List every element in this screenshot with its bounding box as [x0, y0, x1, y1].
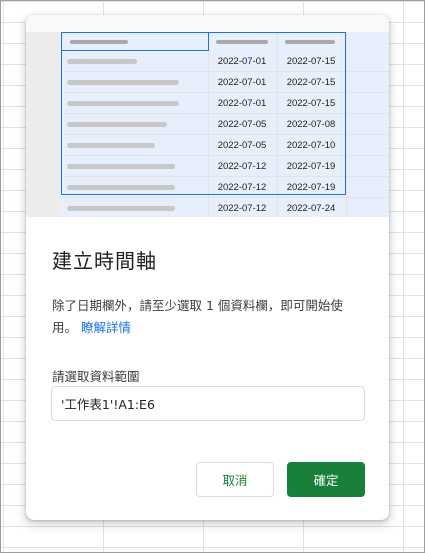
illustration-row: 2022-07-01 2022-07-15: [60, 72, 389, 93]
create-timeline-dialog: 2022-07-01 2022-07-15 2022-07-01 2022-07-15…: [26, 15, 389, 520]
cancel-button[interactable]: 取消: [196, 462, 274, 497]
end-date-cell: 2022-07-08: [286, 119, 336, 130]
learn-more-link[interactable]: 瞭解詳情: [81, 320, 131, 335]
mouse-pointer-icon: [313, 215, 316, 217]
ok-button[interactable]: 確定: [287, 462, 365, 497]
end-date-cell: 2022-07-24: [286, 203, 336, 214]
illustration-sheet: 2022-07-01 2022-07-15 2022-07-01 2022-07-15…: [26, 32, 389, 217]
timeline-illustration: 2022-07-01 2022-07-15 2022-07-01 2022-07-15…: [26, 15, 389, 217]
text-placeholder-bar: [67, 164, 175, 169]
illustration-row: 2022-07-05 2022-07-08: [60, 114, 389, 135]
range-label: 請選取資料範圍: [52, 369, 140, 384]
illustration-header-row: [60, 32, 389, 53]
end-date-cell: 2022-07-19: [286, 161, 336, 172]
end-date-cell: 2022-07-15: [286, 56, 336, 67]
illustration-row: 2022-07-01 2022-07-15: [60, 93, 389, 114]
text-placeholder-bar: [67, 122, 167, 127]
column-divider: [277, 32, 278, 217]
dialog-title: 建立時間軸: [52, 249, 157, 273]
dialog-description: 除了日期欄外，請至少選取 1 個資料欄，即可開始使用。 瞭解詳情: [52, 295, 367, 339]
start-date-cell: 2022-07-01: [217, 77, 267, 88]
text-placeholder-bar: [67, 101, 179, 106]
illustration-row: 2022-07-12 2022-07-24: [60, 198, 389, 217]
header-placeholder-bar: [70, 40, 128, 44]
end-date-cell: 2022-07-15: [286, 98, 336, 109]
start-date-cell: 2022-07-12: [217, 203, 267, 214]
illustration-row: 2022-07-01 2022-07-15: [60, 51, 389, 72]
start-date-cell: 2022-07-05: [217, 119, 267, 130]
header-placeholder-bar: [285, 40, 335, 44]
illustration-row: 2022-07-12 2022-07-19: [60, 177, 389, 198]
header-placeholder-bar: [216, 40, 268, 44]
end-date-cell: 2022-07-19: [286, 182, 336, 193]
row-header-column: [26, 32, 61, 217]
text-placeholder-bar: [67, 206, 175, 211]
column-divider: [208, 32, 209, 217]
text-placeholder-bar: [67, 59, 137, 64]
illustration-row: 2022-07-05 2022-07-10: [60, 135, 389, 156]
end-date-cell: 2022-07-15: [286, 77, 336, 88]
column-divider: [346, 32, 347, 217]
start-date-cell: 2022-07-01: [217, 98, 267, 109]
end-date-cell: 2022-07-10: [286, 140, 336, 151]
illustration-row: 2022-07-12 2022-07-19: [60, 156, 389, 177]
start-date-cell: 2022-07-01: [217, 56, 267, 67]
start-date-cell: 2022-07-05: [217, 140, 267, 151]
text-placeholder-bar: [67, 143, 155, 148]
text-placeholder-bar: [67, 80, 179, 85]
start-date-cell: 2022-07-12: [217, 161, 267, 172]
text-placeholder-bar: [67, 185, 175, 190]
start-date-cell: 2022-07-12: [217, 182, 267, 193]
data-range-input[interactable]: [51, 386, 365, 421]
